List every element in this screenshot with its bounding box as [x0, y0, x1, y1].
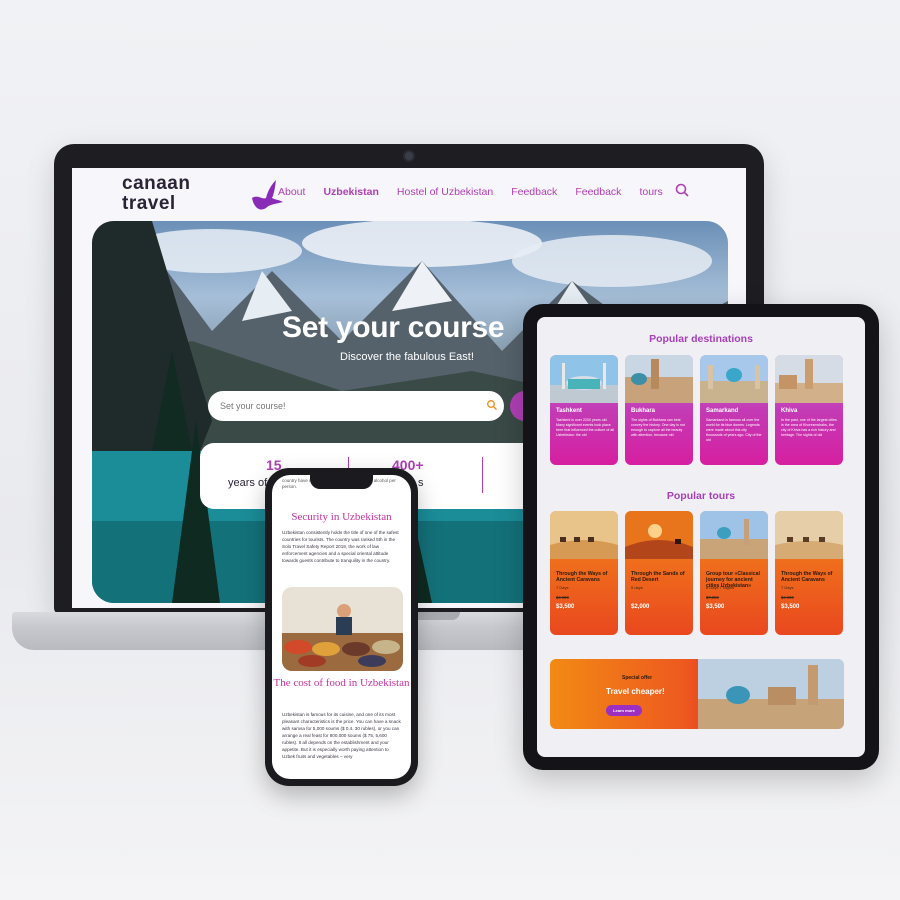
- tour-title: Through the Sands of Red Desert: [631, 571, 685, 583]
- hero-search-input[interactable]: [208, 391, 504, 421]
- security-heading: Security in Uzbekistan: [291, 511, 392, 523]
- tour-price: $3,500: [556, 604, 575, 610]
- caravan-image: [775, 511, 843, 559]
- tour-title: Through the Ways of Ancient Caravans: [781, 571, 833, 583]
- logo-line1: canaan: [122, 173, 191, 194]
- classical-journey-image: [700, 511, 768, 559]
- search-icon[interactable]: [674, 182, 690, 198]
- red-desert-image: [625, 511, 693, 559]
- tablet-device: Popular destinations Tashkent Tashkent i…: [523, 304, 879, 770]
- bukhara-image: [625, 355, 693, 403]
- tour-days: 5 days: [631, 585, 643, 590]
- city-skyline-image: [698, 659, 844, 729]
- nav-tours[interactable]: tours: [639, 186, 662, 198]
- tour-days: 7 Days: [556, 585, 569, 590]
- popular-tours-title: Popular tours: [666, 490, 736, 502]
- tour-card[interactable]: Through the Ways of Ancient Caravans 7 D…: [775, 511, 843, 635]
- special-offer-banner: Special offer Travel cheaper! Learn more: [550, 659, 844, 729]
- tour-days: 8 Days 7 Nights: [706, 585, 735, 590]
- destination-text: Samarkand is famous all over the world f…: [706, 418, 762, 442]
- tour-title: Through the Ways of Ancient Caravans: [556, 571, 608, 583]
- offer-label: Special offer: [622, 675, 653, 681]
- khiva-image: [775, 355, 843, 403]
- nav-feedback-2[interactable]: Feedback: [575, 186, 621, 198]
- logo-line2: travel: [122, 193, 176, 214]
- destination-card-tashkent[interactable]: Tashkent Tashkent is over 2200 years old…: [550, 355, 618, 465]
- hero-title: Set your course: [282, 311, 505, 344]
- destination-card-bukhara[interactable]: Bukhara The sights of Bukhara can best c…: [625, 355, 693, 465]
- phone-screen: country have never been more than 2 lite…: [272, 475, 411, 779]
- stat-label: years of: [228, 477, 268, 489]
- stat-divider: [482, 457, 483, 493]
- site-header: canaan travel About Uzbekistan Hostel of…: [72, 168, 746, 220]
- tour-old-price: $7,000: [706, 595, 719, 600]
- phone-notch: [310, 475, 373, 489]
- tour-price: $3,500: [706, 604, 725, 610]
- tour-price: $2,000: [631, 604, 650, 610]
- destination-name: Bukhara: [631, 408, 656, 414]
- market-photo: [282, 587, 403, 671]
- phone-device: country have never been more than 2 lite…: [265, 468, 418, 786]
- tour-price: $3,500: [781, 604, 800, 610]
- offer-title: Travel cheaper!: [606, 687, 665, 696]
- destination-name: Samarkand: [706, 408, 739, 414]
- destination-name: Khiva: [781, 408, 798, 414]
- caravan-image: [550, 511, 618, 559]
- nav-uzbekistan[interactable]: Uzbekistan: [323, 186, 378, 198]
- destination-card-samarkand[interactable]: Samarkand Samarkand is famous all over t…: [700, 355, 768, 465]
- nav-feedback-1[interactable]: Feedback: [511, 186, 557, 198]
- tour-old-price: $4 000: [781, 595, 794, 600]
- laptop-camera: [403, 150, 415, 162]
- hero-subtitle: Discover the fabulous East!: [340, 351, 474, 363]
- tour-old-price: $4 000: [556, 595, 569, 600]
- destination-text: The sights of Bukhara can best convey th…: [631, 418, 685, 437]
- security-paragraph: Uzbekistan consistently holds the title …: [282, 530, 399, 563]
- logo[interactable]: canaan travel: [122, 173, 283, 214]
- popular-destinations-title: Popular destinations: [649, 333, 753, 345]
- destination-name: Tashkent: [556, 408, 582, 414]
- destination-text: In the past, one of the largest cities i…: [781, 418, 837, 437]
- search-icon[interactable]: [486, 399, 498, 411]
- tour-card[interactable]: Through the Sands of Red Desert 5 days $…: [625, 511, 693, 635]
- main-nav: About Uzbekistan Hostel of Uzbekistan Fe…: [278, 186, 681, 198]
- nav-hostel[interactable]: Hostel of Uzbekistan: [397, 186, 493, 198]
- destination-card-khiva[interactable]: Khiva In the past, one of the largest ci…: [775, 355, 843, 465]
- tour-card[interactable]: Through the Ways of Ancient Caravans 7 D…: [550, 511, 618, 635]
- food-paragraph: Uzbekistan is famous for its cuisine, an…: [282, 712, 401, 759]
- learn-more-button[interactable]: Learn more: [606, 705, 642, 716]
- tashkent-image: [550, 355, 618, 403]
- samarkand-image: [700, 355, 768, 403]
- food-heading: The cost of food in Uzbekistan: [273, 677, 410, 689]
- tour-days: 7 Days: [781, 585, 794, 590]
- tablet-screen: Popular destinations Tashkent Tashkent i…: [537, 317, 865, 757]
- stat-label: s: [418, 477, 424, 489]
- nav-about[interactable]: About: [278, 186, 305, 198]
- tour-card[interactable]: Group tour «Classical journey for ancien…: [700, 511, 768, 635]
- destination-text: Tashkent is over 2200 years old. Many si…: [556, 418, 614, 437]
